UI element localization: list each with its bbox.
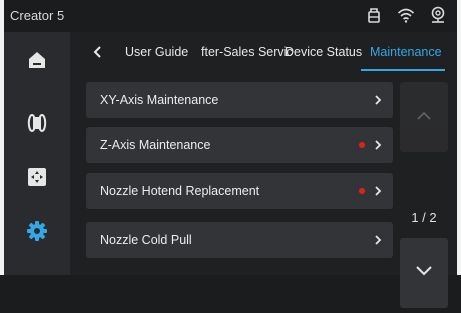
pager: 1 / 2 — [400, 82, 448, 308]
chevron-down-icon — [416, 266, 432, 276]
move-control-icon — [26, 166, 48, 193]
device-icon — [365, 6, 383, 24]
home-icon — [26, 49, 48, 76]
right-border — [457, 0, 461, 275]
list-item-label: Nozzle Cold Pull — [100, 233, 192, 247]
page-indicator: 1 / 2 — [411, 210, 437, 225]
device-name: Creator 5 — [10, 8, 65, 23]
chevron-right-icon — [373, 137, 383, 153]
chevron-right-icon — [373, 232, 383, 248]
alert-dot — [359, 188, 365, 194]
sidebar — [4, 32, 70, 275]
sidebar-item-settings[interactable] — [4, 208, 70, 258]
tab-after-sales-service[interactable]: fter-Sales Servic — [201, 45, 293, 59]
wifi-icon — [397, 6, 415, 24]
tab-maintenance[interactable]: Maintenance — [370, 45, 442, 59]
list-item-xy-axis-maintenance[interactable]: XY-Axis Maintenance — [86, 82, 393, 118]
status-bar: Creator 5 — [4, 0, 457, 32]
list-item-label: Nozzle Hotend Replacement — [100, 184, 260, 198]
settings-gear-icon — [26, 220, 48, 247]
list-item-label: Z-Axis Maintenance — [100, 138, 211, 152]
sidebar-item-home[interactable] — [4, 37, 70, 87]
active-tab-indicator — [361, 69, 445, 71]
page-up-button[interactable] — [400, 82, 448, 152]
main-panel: User Guide fter-Sales Servic Device Stat… — [70, 32, 457, 308]
chevron-right-icon — [373, 183, 383, 199]
tab-user-guide[interactable]: User Guide — [125, 45, 188, 59]
chevron-up-icon — [417, 111, 431, 120]
filament-spool-icon — [26, 112, 48, 139]
chevron-left-icon — [93, 46, 101, 58]
list-item-z-axis-maintenance[interactable]: Z-Axis Maintenance — [86, 127, 393, 163]
tab-bar: User Guide fter-Sales Servic Device Stat… — [70, 32, 457, 72]
list-item-nozzle-cold-pull[interactable]: Nozzle Cold Pull — [86, 222, 393, 258]
sidebar-item-control[interactable] — [4, 154, 70, 204]
back-button[interactable] — [90, 42, 106, 62]
alert-dot — [359, 142, 365, 148]
sidebar-item-filament[interactable] — [4, 100, 70, 150]
camera-icon — [429, 6, 447, 24]
list-item-label: XY-Axis Maintenance — [100, 93, 219, 107]
chevron-right-icon — [373, 92, 383, 108]
tab-device-status[interactable]: Device Status — [285, 45, 362, 59]
status-icons — [365, 6, 447, 24]
list-item-nozzle-hotend-replacement[interactable]: Nozzle Hotend Replacement — [86, 173, 393, 209]
page-down-button[interactable] — [400, 238, 448, 308]
